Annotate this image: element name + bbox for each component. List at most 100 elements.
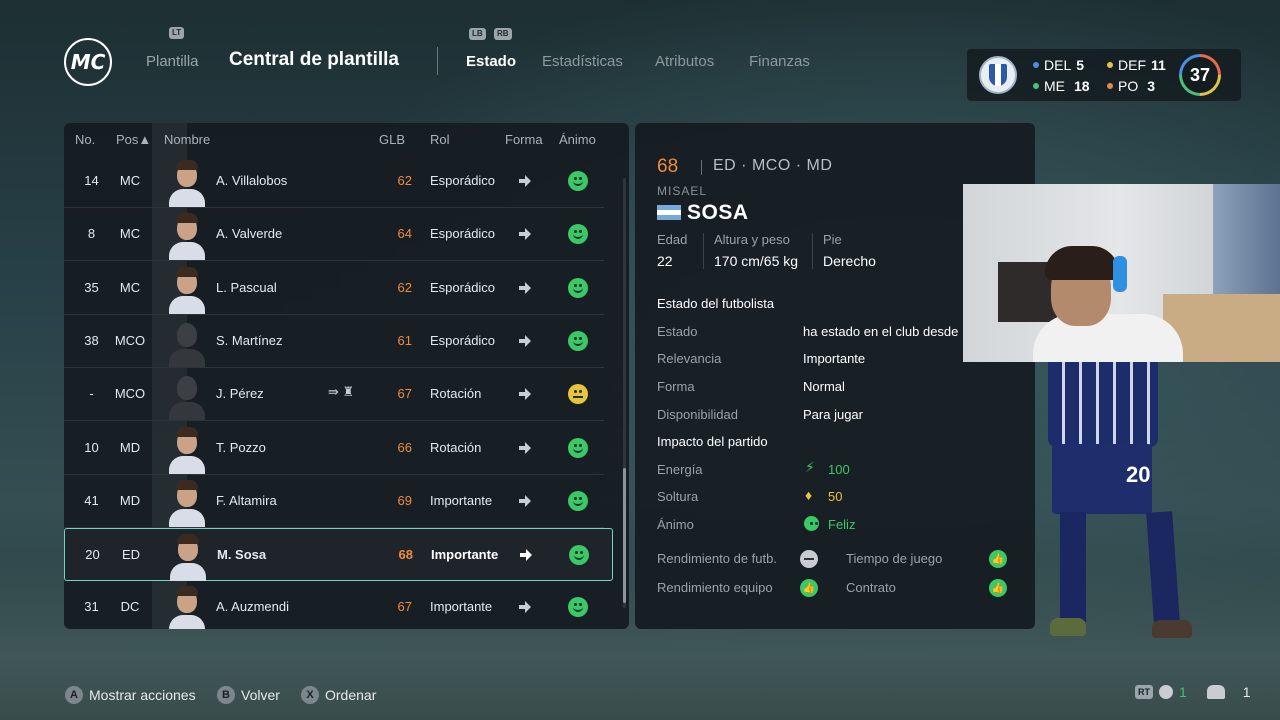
list-scroll-thumb[interactable] bbox=[623, 468, 626, 603]
table-row[interactable]: 8 MC A. Valverde 64 Esporádico bbox=[64, 208, 604, 262]
smile-icon bbox=[804, 516, 819, 531]
table-row[interactable]: 14 MC A. Villalobos 62 Esporádico bbox=[64, 155, 604, 208]
player-number: 35 bbox=[84, 279, 99, 295]
soltura-value: 50 bbox=[828, 489, 843, 504]
player-overall-rating: 61 bbox=[397, 332, 412, 348]
back-hint[interactable]: B Volver bbox=[217, 686, 280, 704]
sort-hint[interactable]: X Ordenar bbox=[301, 686, 376, 704]
player-name: S. Martínez bbox=[216, 332, 283, 348]
height-value: 170 cm/65 kg bbox=[714, 253, 799, 269]
form-arrow-icon bbox=[518, 441, 532, 455]
player-number: 10 bbox=[84, 439, 99, 455]
player-number: 31 bbox=[84, 599, 99, 615]
player-portrait bbox=[165, 529, 211, 582]
soltura-label: Soltura bbox=[657, 489, 699, 504]
foot-value: Derecho bbox=[823, 253, 876, 269]
player-position: MC bbox=[119, 226, 141, 242]
player-portrait bbox=[164, 262, 210, 314]
energia-label: Energía bbox=[657, 462, 703, 477]
player-portrait bbox=[164, 581, 210, 629]
player-role: Importante bbox=[431, 547, 499, 563]
tab-atributos[interactable]: Atributos bbox=[655, 53, 714, 70]
happy-mood-icon bbox=[568, 597, 588, 618]
form-arrow-icon bbox=[518, 227, 532, 241]
table-row[interactable]: 20 ED M. Sosa 68 Importante bbox=[64, 528, 613, 582]
table-row[interactable]: 35 MC L. Pascual 62 Esporádico bbox=[64, 262, 604, 315]
lt-button-hint: LT bbox=[169, 27, 185, 39]
argentina-flag-icon bbox=[657, 205, 681, 220]
team-overall: 37 bbox=[1182, 57, 1218, 93]
player-position: MCO bbox=[114, 332, 146, 348]
player-portrait bbox=[164, 315, 210, 367]
col-no[interactable]: No. bbox=[75, 132, 95, 147]
player-last-name: SOSA bbox=[687, 201, 749, 224]
status-section-title: Estado del futbolista bbox=[657, 296, 775, 311]
form-arrow-icon bbox=[518, 281, 532, 295]
player-portrait bbox=[164, 155, 210, 207]
col-animo[interactable]: Ánimo bbox=[559, 132, 596, 147]
disponibilidad-label: Disponibilidad bbox=[657, 407, 738, 422]
energia-value: 100 bbox=[828, 462, 850, 477]
career-logo: MC bbox=[64, 38, 112, 86]
player-3d-model: 20 bbox=[1038, 362, 1192, 652]
height-label: Altura y peso bbox=[714, 232, 790, 247]
player-name: F. Altamira bbox=[216, 492, 277, 508]
player-position: DC bbox=[120, 599, 140, 615]
tiempo-juego-label: Tiempo de juego bbox=[846, 551, 943, 566]
col-rol[interactable]: Rol bbox=[430, 132, 450, 147]
player-positions: ED · MCO · MD bbox=[713, 157, 833, 174]
count-del: DEL 5 bbox=[1033, 57, 1084, 73]
relevancia-label: Relevancia bbox=[657, 351, 722, 366]
player-name: A. Villalobos bbox=[216, 173, 288, 188]
x-button-icon: X bbox=[301, 686, 319, 704]
player-position: MC bbox=[119, 279, 141, 295]
player-position: ED bbox=[121, 547, 141, 563]
player-number: 38 bbox=[84, 332, 99, 348]
player-role: Importante bbox=[430, 492, 493, 508]
lb-button-hint: LB bbox=[469, 28, 486, 40]
count-po: PO 3 bbox=[1107, 78, 1155, 94]
table-row[interactable]: - MCO J. Pérez ⇛ ♜ 67 Rotación bbox=[64, 368, 604, 422]
player-overall: 68 bbox=[657, 156, 679, 177]
tab-estado[interactable]: Estado bbox=[466, 53, 516, 70]
diamond-icon: ♦ bbox=[805, 487, 813, 503]
thumbs-up-icon: 👍 bbox=[800, 579, 818, 597]
col-pos[interactable]: Pos▲ bbox=[116, 132, 151, 147]
rend-futb-label: Rendimiento de futb. bbox=[657, 551, 777, 566]
player-number: - bbox=[89, 386, 94, 402]
player-first-name: MISAEL bbox=[657, 184, 708, 198]
form-arrow-icon bbox=[518, 334, 532, 348]
impact-section-title: Impacto del partido bbox=[657, 434, 768, 449]
player-number: 41 bbox=[84, 492, 99, 508]
tab-estadisticas[interactable]: Estadísticas bbox=[542, 53, 623, 70]
col-nombre[interactable]: Nombre bbox=[164, 132, 210, 147]
col-glb[interactable]: GLB bbox=[379, 132, 405, 147]
a-button-icon: A bbox=[65, 686, 83, 704]
loan-transfer-icon: ⇛ ♜ bbox=[328, 384, 355, 400]
estado-label: Estado bbox=[657, 324, 698, 339]
player-overall-rating: 67 bbox=[397, 386, 412, 402]
b-button-icon: B bbox=[217, 686, 235, 704]
player-position: MC bbox=[119, 173, 141, 188]
player-name: A. Valverde bbox=[216, 226, 283, 242]
table-row[interactable]: 10 MD T. Pozzo 66 Rotación bbox=[64, 422, 604, 475]
player-overall-rating: 66 bbox=[397, 439, 412, 455]
thumbs-up-icon: 👍 bbox=[989, 550, 1007, 568]
show-actions-hint[interactable]: A Mostrar acciones bbox=[65, 686, 196, 704]
tab-finanzas[interactable]: Finanzas bbox=[749, 53, 810, 70]
disponibilidad-value: Para jugar bbox=[803, 407, 863, 422]
form-arrow-icon bbox=[518, 387, 532, 401]
rend-equipo-label: Rendimiento equipo bbox=[657, 580, 773, 595]
table-row[interactable]: 38 MCO S. Martínez 61 Esporádico bbox=[64, 315, 604, 368]
age-label: Edad bbox=[657, 232, 688, 247]
contrato-label: Contrato bbox=[846, 580, 896, 595]
table-row[interactable]: 41 MD F. Altamira 69 Importante bbox=[64, 475, 604, 528]
streamer-webcam bbox=[963, 184, 1280, 362]
player-role: Esporádico bbox=[430, 173, 496, 188]
nav-plantilla[interactable]: Plantilla bbox=[146, 53, 199, 70]
player-overall-rating: 67 bbox=[397, 599, 412, 615]
col-forma[interactable]: Forma bbox=[505, 132, 543, 147]
table-row[interactable]: 31 DC A. Auzmendi 67 Importante bbox=[64, 581, 604, 629]
thumbs-up-icon: 👍 bbox=[989, 579, 1007, 597]
form-arrow-icon bbox=[518, 174, 532, 188]
